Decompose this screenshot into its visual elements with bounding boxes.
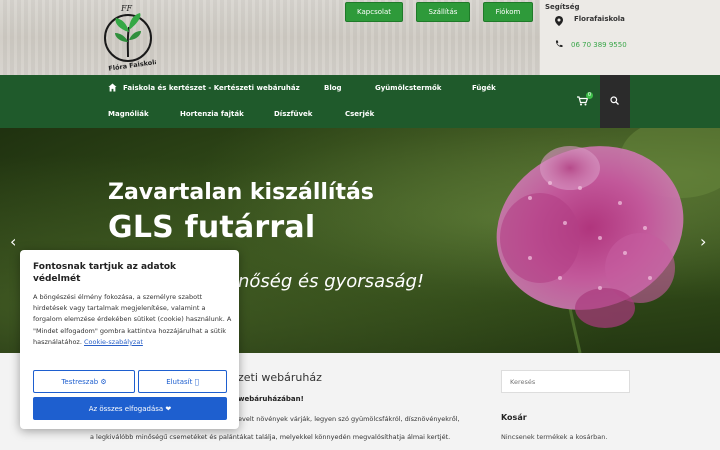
cookie-title: Fontosnak tartjuk az adatok védelmét bbox=[33, 262, 177, 284]
flower-image bbox=[496, 128, 720, 353]
cart-empty-text: Nincsenek termékek a kosárban. bbox=[501, 433, 608, 441]
reject-button[interactable]: Elutasít ⃠ bbox=[138, 370, 227, 393]
intro-bold: webáruházában! bbox=[238, 395, 304, 403]
cookie-consent-dialog: Fontosnak tartjuk az adatok védelmét A b… bbox=[20, 250, 239, 429]
search-icon bbox=[610, 96, 619, 105]
contact-info: Segítség Florafaiskola 06 70 389 9550 bbox=[540, 0, 720, 75]
shop-name: Florafaiskola bbox=[574, 15, 625, 23]
logo-initials: FF bbox=[120, 4, 133, 13]
help-label: Segítség bbox=[545, 3, 580, 11]
cart-widget-title: Kosár bbox=[501, 413, 527, 422]
nav-item-hydrangeas[interactable]: Hortenzia fajták bbox=[180, 110, 244, 118]
intro-text-line1: evelt növények várják, legyen szó gyümöl… bbox=[238, 415, 460, 423]
shipping-button[interactable]: Szállítás bbox=[416, 2, 470, 22]
cookie-policy-link[interactable]: Cookie-szabályzat bbox=[84, 338, 143, 346]
top-header: FF Flóra Faiskola Kapcsolat Szállítás Fi… bbox=[0, 0, 720, 75]
cookie-text: A böngészési élmény fokozása, a személyr… bbox=[33, 292, 233, 348]
search-toggle[interactable] bbox=[600, 75, 630, 128]
search-input[interactable] bbox=[501, 370, 630, 393]
accept-all-button[interactable]: Az összes elfogadása ❤ bbox=[33, 397, 227, 420]
nav-item-blog[interactable]: Blog bbox=[324, 84, 342, 92]
hero-subtitle: nőség és gyorsaság! bbox=[238, 271, 425, 292]
contact-button[interactable]: Kapcsolat bbox=[345, 2, 403, 22]
hero-title-line1: Zavartalan kiszállítás bbox=[108, 180, 374, 205]
nav-item-shrubs[interactable]: Cserjék bbox=[345, 110, 374, 118]
phone-icon bbox=[555, 40, 563, 48]
nav-item-home[interactable]: Faiskola és kertészet - Kertészeti webár… bbox=[123, 84, 300, 92]
account-button[interactable]: Fiókom bbox=[483, 2, 533, 22]
nav-item-grasses[interactable]: Díszfüvek bbox=[274, 110, 312, 118]
page-title: zeti webáruház bbox=[238, 371, 322, 384]
logo[interactable]: FF Flóra Faiskola bbox=[100, 2, 156, 72]
main-nav: Faiskola és kertészet - Kertészeti webár… bbox=[0, 75, 720, 128]
intro-text-line2: a legkiválóbb minőségű csemetéket és pal… bbox=[90, 433, 451, 441]
phone-link[interactable]: 06 70 389 9550 bbox=[571, 41, 627, 49]
customize-button[interactable]: Testreszab ⚙ bbox=[33, 370, 135, 393]
nav-item-fruit[interactable]: Gyümölcstermők bbox=[375, 84, 441, 92]
page: FF Flóra Faiskola Kapcsolat Szállítás Fi… bbox=[0, 0, 720, 450]
nav-item-magnolias[interactable]: Magnóliák bbox=[108, 110, 149, 118]
location-pin-icon bbox=[555, 16, 563, 26]
cart-count-badge: 0 bbox=[586, 92, 593, 99]
slider-next-arrow-icon[interactable]: › bbox=[700, 232, 706, 251]
hero-title-line2: GLS futárral bbox=[108, 210, 316, 245]
slider-prev-arrow-icon[interactable]: ‹ bbox=[10, 232, 16, 251]
home-icon[interactable] bbox=[108, 83, 117, 92]
nav-item-figs[interactable]: Fügék bbox=[472, 84, 496, 92]
